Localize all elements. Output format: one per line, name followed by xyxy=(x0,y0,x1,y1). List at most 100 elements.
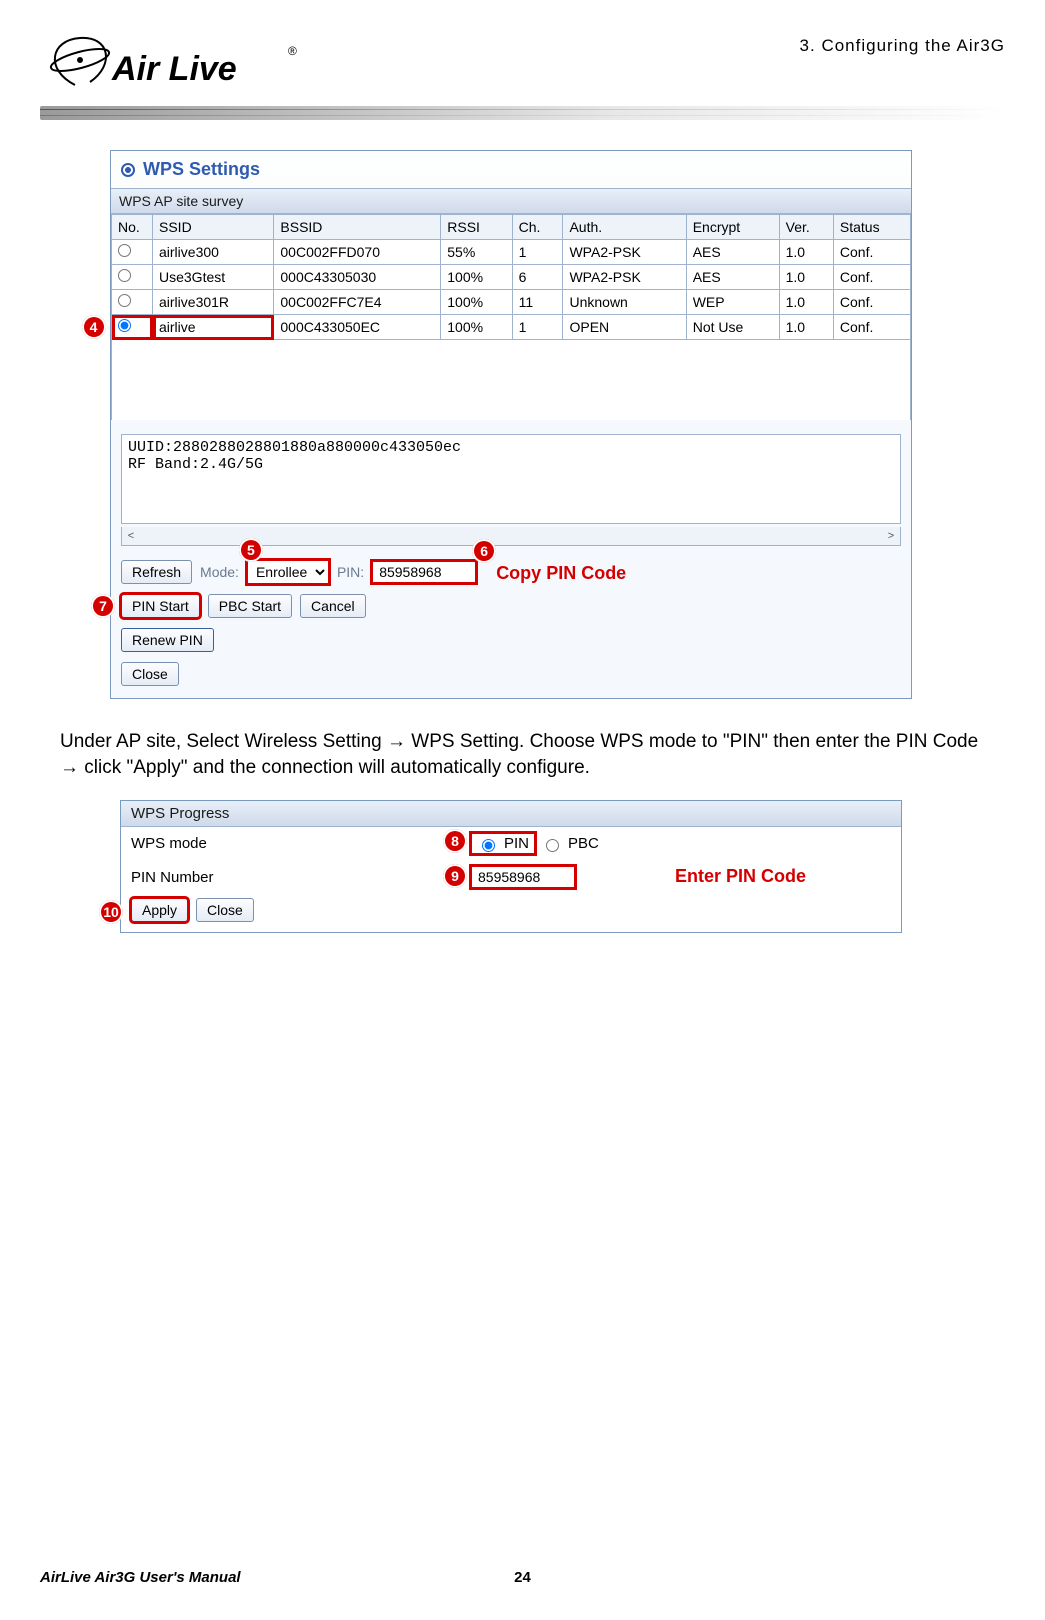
uuid-hscrollbar[interactable]: < > xyxy=(121,527,901,546)
row-select-radio[interactable] xyxy=(118,319,131,332)
pin-number-input[interactable] xyxy=(471,866,575,888)
ap-survey-table: No. SSID BSSID RSSI Ch. Auth. Encrypt Ve… xyxy=(111,214,911,340)
cell-bssid: 000C433050EC xyxy=(274,315,441,340)
cell-encrypt: AES xyxy=(686,265,779,290)
cell-ver: 1.0 xyxy=(779,290,833,315)
pin-input[interactable] xyxy=(372,561,476,583)
cell-bssid: 00C002FFD070 xyxy=(274,240,441,265)
bullet-icon xyxy=(121,163,135,177)
cell-bssid: 00C002FFC7E4 xyxy=(274,290,441,315)
cell-status: Conf. xyxy=(833,240,910,265)
uuid-textarea[interactable] xyxy=(121,434,901,524)
cell-rssi: 100% xyxy=(441,315,512,340)
copy-pin-code-note: Copy PIN Code xyxy=(496,563,626,584)
wps-mode-pbc-radio[interactable] xyxy=(546,839,559,852)
wps-mode-row: WPS mode PIN PBC xyxy=(121,827,901,860)
scroll-right-icon[interactable]: > xyxy=(882,527,900,545)
col-no: No. xyxy=(112,215,153,240)
mode-select[interactable]: Enrollee xyxy=(247,560,329,584)
mode-label: Mode: xyxy=(200,564,239,580)
cell-rssi: 100% xyxy=(441,290,512,315)
callout-5: 5 xyxy=(239,538,263,562)
callout-6: 6 xyxy=(472,539,496,563)
cell-bssid: 000C43305030 xyxy=(274,265,441,290)
cell-ch: 11 xyxy=(512,290,563,315)
cell-auth: Unknown xyxy=(563,290,686,315)
table-row: airlive30000C002FFD07055%1WPA2-PSKAES1.0… xyxy=(112,240,911,265)
cell-ch: 1 xyxy=(512,240,563,265)
header-rule xyxy=(40,106,1005,120)
wps-mode-label: WPS mode xyxy=(131,835,471,852)
apply-button[interactable]: Apply xyxy=(131,898,188,922)
pin-start-button[interactable]: PIN Start xyxy=(121,594,200,618)
wps-settings-title-text: WPS Settings xyxy=(143,159,260,180)
page-header: Air Live ® 3. Configuring the Air3G xyxy=(40,30,1005,100)
uuid-area: < > xyxy=(111,420,911,554)
cell-encrypt: Not Use xyxy=(686,315,779,340)
cell-ssid: airlive xyxy=(153,315,274,340)
col-ssid: SSID xyxy=(153,215,274,240)
content-area: WPS Settings WPS AP site survey No. SSID… xyxy=(40,120,1005,933)
instruction-paragraph: Under AP site, Select Wireless Setting →… xyxy=(60,729,985,780)
page-footer: AirLive Air3G User's Manual 24 xyxy=(40,1569,1005,1586)
cell-ssid: airlive300 xyxy=(153,240,274,265)
cell-status: Conf. xyxy=(833,265,910,290)
row-select-radio[interactable] xyxy=(118,244,131,257)
col-status: Status xyxy=(833,215,910,240)
cell-status: Conf. xyxy=(833,290,910,315)
airlive-logo: Air Live ® xyxy=(40,30,300,100)
table-row: airlive301R00C002FFC7E4100%11UnknownWEP1… xyxy=(112,290,911,315)
cell-rssi: 55% xyxy=(441,240,512,265)
wps-progress-header: WPS Progress xyxy=(121,801,901,827)
close-button[interactable]: Close xyxy=(121,662,179,686)
row-select-cell[interactable] xyxy=(112,265,153,290)
cell-ssid: Use3Gtest xyxy=(153,265,274,290)
wps-mode-pin-label: PIN xyxy=(504,835,529,852)
pbc-start-button[interactable]: PBC Start xyxy=(208,594,292,618)
manual-name: AirLive Air3G User's Manual xyxy=(40,1569,241,1586)
row-select-radio[interactable] xyxy=(118,269,131,282)
col-encrypt: Encrypt xyxy=(686,215,779,240)
col-ch: Ch. xyxy=(512,215,563,240)
cell-auth: OPEN xyxy=(563,315,686,340)
cell-ch: 6 xyxy=(512,265,563,290)
renew-pin-button[interactable]: Renew PIN xyxy=(121,628,214,652)
col-bssid: BSSID xyxy=(274,215,441,240)
cancel-button[interactable]: Cancel xyxy=(300,594,366,618)
table-empty-space xyxy=(111,340,911,420)
callout-7: 7 xyxy=(91,594,115,618)
scroll-left-icon[interactable]: < xyxy=(122,527,140,545)
table-row: airlive000C433050EC100%1OPENNot Use1.0Co… xyxy=(112,315,911,340)
col-ver: Ver. xyxy=(779,215,833,240)
svg-text:Air Live: Air Live xyxy=(111,50,237,88)
row-select-cell[interactable] xyxy=(112,240,153,265)
enter-pin-code-note: Enter PIN Code xyxy=(675,866,806,887)
wps-settings-title: WPS Settings xyxy=(111,151,911,188)
refresh-button[interactable]: Refresh xyxy=(121,560,192,584)
cell-status: Conf. xyxy=(833,315,910,340)
wps-settings-panel: WPS Settings WPS AP site survey No. SSID… xyxy=(110,150,912,699)
page-number: 24 xyxy=(514,1569,531,1586)
chapter-title: 3. Configuring the Air3G xyxy=(800,36,1005,56)
wps-ap-site-survey-header: WPS AP site survey xyxy=(111,188,911,214)
pin-label: PIN: xyxy=(337,564,364,580)
row-select-cell[interactable] xyxy=(112,315,153,340)
cell-ver: 1.0 xyxy=(779,315,833,340)
progress-close-button[interactable]: Close xyxy=(196,898,254,922)
col-auth: Auth. xyxy=(563,215,686,240)
cell-rssi: 100% xyxy=(441,265,512,290)
table-row: Use3Gtest000C43305030100%6WPA2-PSKAES1.0… xyxy=(112,265,911,290)
cell-ver: 1.0 xyxy=(779,265,833,290)
col-rssi: RSSI xyxy=(441,215,512,240)
airlive-logo-svg: Air Live ® xyxy=(40,30,300,100)
pin-number-label: PIN Number xyxy=(131,869,471,886)
cell-ver: 1.0 xyxy=(779,240,833,265)
callout-4: 4 xyxy=(82,315,106,339)
row-select-radio[interactable] xyxy=(118,294,131,307)
cell-encrypt: AES xyxy=(686,240,779,265)
cell-ssid: airlive301R xyxy=(153,290,274,315)
wps-mode-pin-radio[interactable] xyxy=(482,839,495,852)
row-select-cell[interactable] xyxy=(112,290,153,315)
cell-encrypt: WEP xyxy=(686,290,779,315)
svg-text:®: ® xyxy=(288,44,297,58)
